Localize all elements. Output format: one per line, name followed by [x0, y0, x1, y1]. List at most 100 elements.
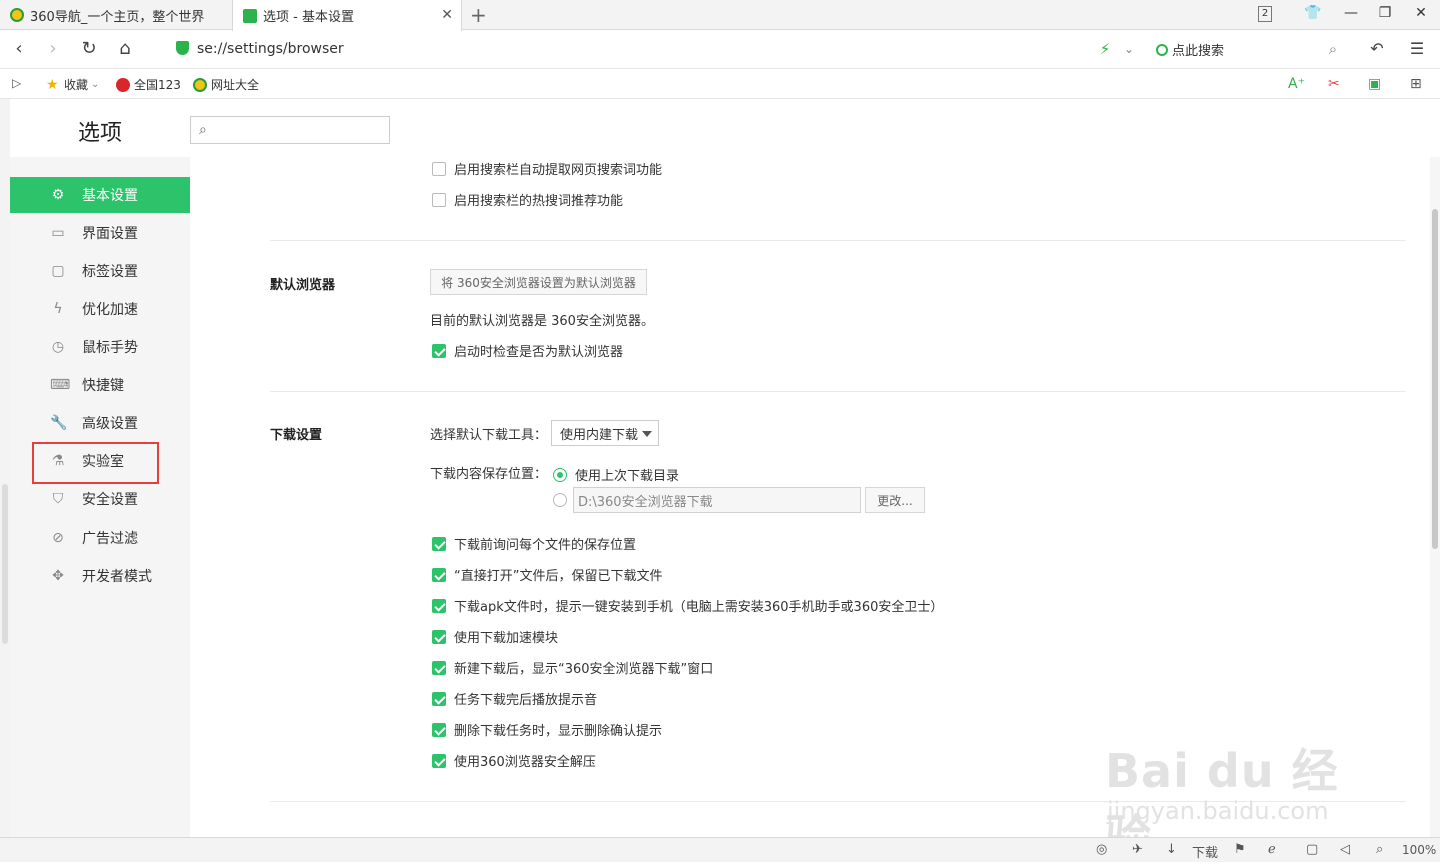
download-option[interactable]: 任务下载完后播放提示音 [432, 689, 597, 708]
sidebar-item-label: 高级设置 [82, 416, 138, 432]
home-icon[interactable]: ⌂ [114, 38, 136, 60]
refresh-icon[interactable]: ↻ [78, 38, 100, 60]
sidebar-item-interface[interactable]: ▭ 界面设置 [10, 215, 190, 251]
search-hotword-option[interactable]: 启用搜索栏的热搜词推荐功能 [432, 190, 623, 209]
pin-icon[interactable]: ✈ [1132, 842, 1143, 857]
radio-custom-directory[interactable] [553, 493, 575, 507]
url-field[interactable]: se://settings/browser [176, 41, 344, 57]
bookmark-favorites[interactable]: ★ 收藏 ⌄ [46, 76, 99, 93]
download-option[interactable]: “直接打开”文件后，保留已下载文件 [432, 565, 662, 584]
download-option[interactable]: 下载apk文件时，提示一键安装到手机（电脑上需安装360手机助手或360安全卫士… [432, 596, 943, 615]
forward-icon[interactable]: › [42, 38, 64, 60]
new-tab-icon[interactable]: + [470, 3, 487, 27]
download-path-input[interactable]: D:\360安全浏览器下载 [573, 487, 861, 513]
change-path-button[interactable]: 更改... [865, 487, 925, 513]
sidebar-item-label: 快捷键 [82, 378, 124, 394]
tab-360-navigation[interactable]: 360导航_一个主页，整个世界 [0, 0, 230, 30]
checkbox-checked[interactable] [432, 629, 446, 644]
radio-last-directory[interactable]: 使用上次下载目录 [553, 465, 679, 484]
checkbox-checked[interactable] [432, 691, 446, 706]
tab-title: 360导航_一个主页，整个世界 [30, 9, 205, 25]
tab-count-badge[interactable]: 2 [1258, 6, 1272, 22]
sidebar-item-advanced[interactable]: 🔧 高级设置 [10, 405, 190, 441]
sidebar-item-adblock[interactable]: ⊘ 广告过滤 [10, 520, 190, 556]
checkbox[interactable] [432, 192, 446, 207]
sidebar-toggle-icon[interactable]: ▷ [12, 76, 21, 90]
360-logo-icon [193, 77, 207, 92]
default-browser-status: 目前的默认浏览器是 360安全浏览器。 [430, 314, 654, 329]
check-default-on-start-option[interactable]: 启动时检查是否为默认浏览器 [432, 341, 623, 360]
checkbox-checked[interactable] [432, 343, 446, 358]
set-default-browser-button[interactable]: 将 360安全浏览器设置为默认浏览器 [430, 269, 647, 295]
undo-icon[interactable]: ↶ [1366, 38, 1388, 60]
option-label: 任务下载完后播放提示音 [454, 693, 598, 708]
sidebar-item-developer[interactable]: ✥ 开发者模式 [10, 558, 190, 594]
download-arrow-icon[interactable]: ↓ [1166, 842, 1177, 857]
translate-icon[interactable]: A⁺ [1288, 76, 1305, 92]
extensions-grid-icon[interactable]: ⊞ [1410, 76, 1422, 92]
download-option[interactable]: 新建下载后，显示“360安全浏览器下载”窗口 [432, 658, 713, 677]
options-header: 选项 ⌕ [10, 99, 1440, 157]
checkbox-checked[interactable] [432, 660, 446, 675]
ie-icon[interactable]: ℯ [1268, 842, 1276, 857]
chevron-down-icon[interactable]: ⌄ [1118, 38, 1140, 60]
checkbox-checked[interactable] [432, 567, 446, 582]
menu-icon[interactable]: ☰ [1406, 38, 1428, 60]
zoom-level[interactable]: 100% [1402, 843, 1436, 857]
option-label: 启动时检查是否为默认浏览器 [454, 345, 624, 360]
sound-icon[interactable]: ◁ [1340, 842, 1350, 857]
flag-icon[interactable]: ⚑ [1234, 842, 1246, 857]
option-label: 启用搜索栏自动提取网页搜索词功能 [454, 163, 663, 178]
sidebar-item-basic[interactable]: ⚙ 基本设置 [10, 177, 190, 213]
checkbox-checked[interactable] [432, 722, 446, 737]
skin-shirt-icon[interactable]: 👕 [1300, 5, 1326, 25]
minimize-icon[interactable]: — [1338, 5, 1364, 25]
screenshot-scissors-icon[interactable]: ✂ [1328, 76, 1340, 92]
sidebar-item-optimize[interactable]: ϟ 优化加速 [10, 291, 190, 327]
accelerate-lightning-icon[interactable]: ⚡ [1094, 38, 1116, 60]
window-icon[interactable]: ▢ [1306, 842, 1318, 857]
search-input[interactable]: ⌕ [190, 116, 390, 144]
sidebar-item-mouse-gesture[interactable]: ◷ 鼠标手势 [10, 329, 190, 365]
speed-icon[interactable]: ◎ [1096, 842, 1107, 857]
bookmark-wangzhi[interactable]: 网址大全 [193, 76, 259, 93]
close-tab-icon[interactable]: ✕ [441, 7, 453, 23]
search-icon: ⌕ [199, 122, 207, 138]
bookmark-quanguo123[interactable]: 全国123 [116, 76, 181, 93]
radio-unselected[interactable] [553, 493, 567, 507]
sidebar-item-security[interactable]: ⛉ 安全设置 [10, 481, 190, 517]
close-window-icon[interactable]: ✕ [1408, 5, 1434, 25]
scrollbar-thumb[interactable] [1432, 209, 1438, 549]
tab-settings[interactable]: 选项 - 基本设置 ✕ [232, 0, 462, 31]
download-label[interactable]: 下载 [1192, 842, 1218, 861]
sidebar-item-label: 鼠标手势 [82, 340, 138, 356]
download-option[interactable]: 下载前询问每个文件的保存位置 [432, 534, 636, 553]
checkbox[interactable] [432, 161, 446, 176]
bookmark-label: 全国123 [134, 78, 181, 92]
game-controller-icon[interactable]: ▣ [1368, 76, 1381, 92]
restore-icon[interactable]: ❐ [1372, 5, 1398, 25]
section-title-default-browser: 默认浏览器 [270, 278, 336, 293]
settings-sidebar: ⚙ 基本设置 ▭ 界面设置 ▢ 标签设置 ϟ 优化加速 ◷ 鼠标手势 ⌨ 快捷键 🔧 高级设置… [10, 157, 190, 837]
search-engine-box[interactable]: 点此搜索 [1156, 40, 1224, 59]
search-icon[interactable]: ⌕ [1322, 38, 1344, 60]
checkbox-checked[interactable] [432, 536, 446, 551]
address-bar: ‹ › ↻ ⌂ se://settings/browser ⚡ ⌄ 点此搜索 ⌕… [0, 31, 1440, 69]
download-tool-label: 选择默认下载工具： [430, 428, 548, 443]
option-label: 使用下载加速模块 [454, 631, 559, 646]
download-option[interactable]: 使用360浏览器安全解压 [432, 751, 596, 770]
sidebar-item-shortcuts[interactable]: ⌨ 快捷键 [10, 367, 190, 403]
search-autoextract-option[interactable]: 启用搜索栏自动提取网页搜索词功能 [432, 159, 662, 178]
content-scrollbar[interactable] [1430, 157, 1440, 837]
side-panel-handle[interactable] [2, 484, 8, 644]
zoom-icon[interactable]: ⌕ [1376, 842, 1383, 857]
download-tool-select[interactable]: 使用内建下载 [551, 420, 659, 446]
option-label: 下载前询问每个文件的保存位置 [454, 538, 637, 553]
checkbox-checked[interactable] [432, 753, 446, 768]
download-option[interactable]: 使用下载加速模块 [432, 627, 558, 646]
checkbox-checked[interactable] [432, 598, 446, 613]
radio-selected[interactable] [553, 467, 567, 482]
download-option[interactable]: 删除下载任务时，显示删除确认提示 [432, 720, 662, 739]
sidebar-item-tabs[interactable]: ▢ 标签设置 [10, 253, 190, 289]
back-icon[interactable]: ‹ [8, 38, 30, 60]
